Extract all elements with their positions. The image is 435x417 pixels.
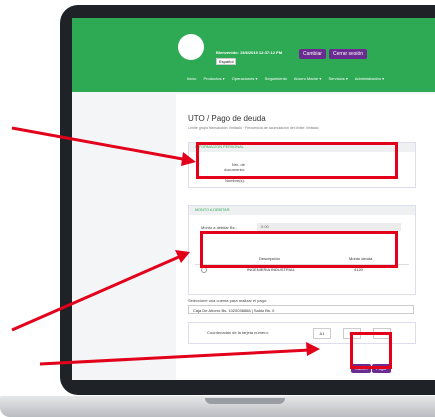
coordinates-label: Coordenadas de la tarjeta número: (207, 330, 269, 335)
laptop-notch (205, 398, 285, 404)
menu-item-administracion[interactable]: Administración ▾ (355, 76, 384, 81)
coord-input-a1[interactable]: A1 (313, 328, 331, 339)
annotation-box-debt-table (200, 231, 398, 268)
amount-field[interactable]: 0.00 (257, 223, 401, 231)
menu-item-ahorro[interactable]: Ahorro Madre ▾ (294, 76, 322, 81)
main-menu: Inicio Productos ▾ Operaciones ▾ Seguimi… (187, 76, 390, 81)
annotation-box-personal-info (196, 142, 398, 179)
breadcrumb: UTO / Pago de deuda (188, 114, 266, 123)
menu-item-operaciones[interactable]: Operaciones ▾ (232, 76, 258, 81)
header-bar: Bienvenido: 15/6/2019 12:37:12 PM Españo… (72, 18, 435, 92)
annotation-box-pay-button (350, 332, 392, 369)
language-select[interactable]: Español (216, 58, 237, 65)
menu-item-inicio[interactable]: Inicio (187, 76, 196, 81)
menu-item-seguimiento[interactable]: Seguimiento (265, 76, 287, 81)
limit-info: Límite grupo transacción: limitado · Fre… (188, 126, 319, 130)
account-select[interactable]: Caja De Ahorro Bs. 1020036868 | Saldo Bs… (188, 305, 414, 314)
menu-item-servicios[interactable]: Servicios ▾ (329, 76, 348, 81)
laptop-screen: Bienvenido: 15/6/2019 12:37:12 PM Españo… (72, 18, 435, 380)
avatar (178, 34, 204, 60)
amount-label: Monto a debitar Bs.: (201, 225, 237, 230)
change-button[interactable]: Cambiar (299, 49, 326, 59)
logout-button[interactable]: Cerrar sesión (329, 49, 368, 59)
debt-title: MONTO A DEBITAR (189, 206, 415, 215)
menu-item-productos[interactable]: Productos ▾ (203, 76, 224, 81)
welcome-text: Bienvenido: 15/6/2019 12:37:12 PM (216, 50, 283, 55)
account-label: Seleccione una cuenta para realizar el p… (188, 298, 268, 303)
